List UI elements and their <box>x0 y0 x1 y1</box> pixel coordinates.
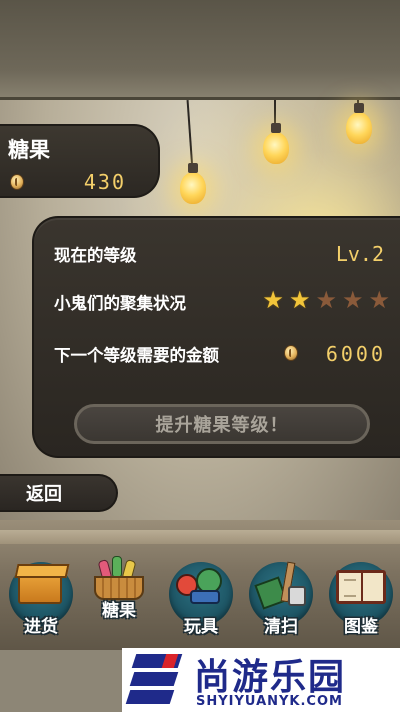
candy-header-panel: 糖果 430 <box>0 124 160 198</box>
menu-candy[interactable]: 糖果 <box>84 552 154 642</box>
coin-icon <box>284 345 298 361</box>
current-level-value: Lv.2 <box>335 242 384 266</box>
light-bulb-icon <box>263 123 289 164</box>
light-bulb-icon <box>180 163 206 204</box>
next-level-gold-value: 6000 <box>325 342 386 366</box>
gathering-stars: ★ ★ ★ ★ ★ <box>262 288 390 312</box>
star-filled-icon: ★ <box>288 286 311 314</box>
background-shelf <box>0 530 400 544</box>
watermark-title: 尚游乐园 <box>194 657 347 698</box>
watermark-banner: 尚游乐园 SHYIYUANYK.COM <box>122 648 400 712</box>
star-empty-icon: ★ <box>368 286 390 314</box>
current-level-label: 现在的等级 <box>54 246 137 265</box>
candy-title: 糖果 <box>8 138 50 162</box>
upgrade-candy-button[interactable]: 提升糖果等级！ <box>74 404 370 444</box>
star-empty-icon: ★ <box>315 286 337 314</box>
coin-icon <box>10 174 24 190</box>
menu-label: 图鉴 <box>344 617 378 637</box>
light-bulb-icon <box>346 103 372 144</box>
menu-cleaning[interactable]: 清扫 <box>246 552 316 642</box>
menu-label: 清扫 <box>264 617 298 637</box>
watermark-url: SHYIYUANYK.COM <box>196 694 343 709</box>
star-empty-icon: ★ <box>341 286 364 314</box>
candy-count: 430 <box>83 170 126 194</box>
level-info-panel: 现在的等级 Lv.2 小鬼们的聚集状况 ★ ★ ★ ★ ★ 下一个等级需要的金额 600… <box>32 216 400 458</box>
back-button-label: 返回 <box>26 484 62 505</box>
menu-encyclopedia[interactable]: 图鉴 <box>326 552 396 642</box>
background-top-band <box>0 0 400 100</box>
menu-toys[interactable]: 玩具 <box>166 552 236 642</box>
open-book-icon <box>336 570 386 604</box>
site-logo-icon <box>125 652 184 708</box>
cleaning-supplies-icon <box>254 561 308 610</box>
star-filled-icon: ★ <box>262 286 284 314</box>
menu-label: 进货 <box>24 617 58 637</box>
gathering-status-label: 小鬼们的聚集状况 <box>54 294 186 313</box>
back-button[interactable]: 返回 <box>0 474 118 512</box>
next-level-gold-label: 下一个等级需要的金额 <box>54 346 219 365</box>
toys-icon <box>176 568 228 608</box>
cardboard-box-icon <box>18 572 62 604</box>
menu-label: 糖果 <box>102 601 136 621</box>
menu-restock[interactable]: 进货 <box>6 552 76 642</box>
candy-basket-icon <box>90 556 148 600</box>
menu-label: 玩具 <box>184 617 218 637</box>
